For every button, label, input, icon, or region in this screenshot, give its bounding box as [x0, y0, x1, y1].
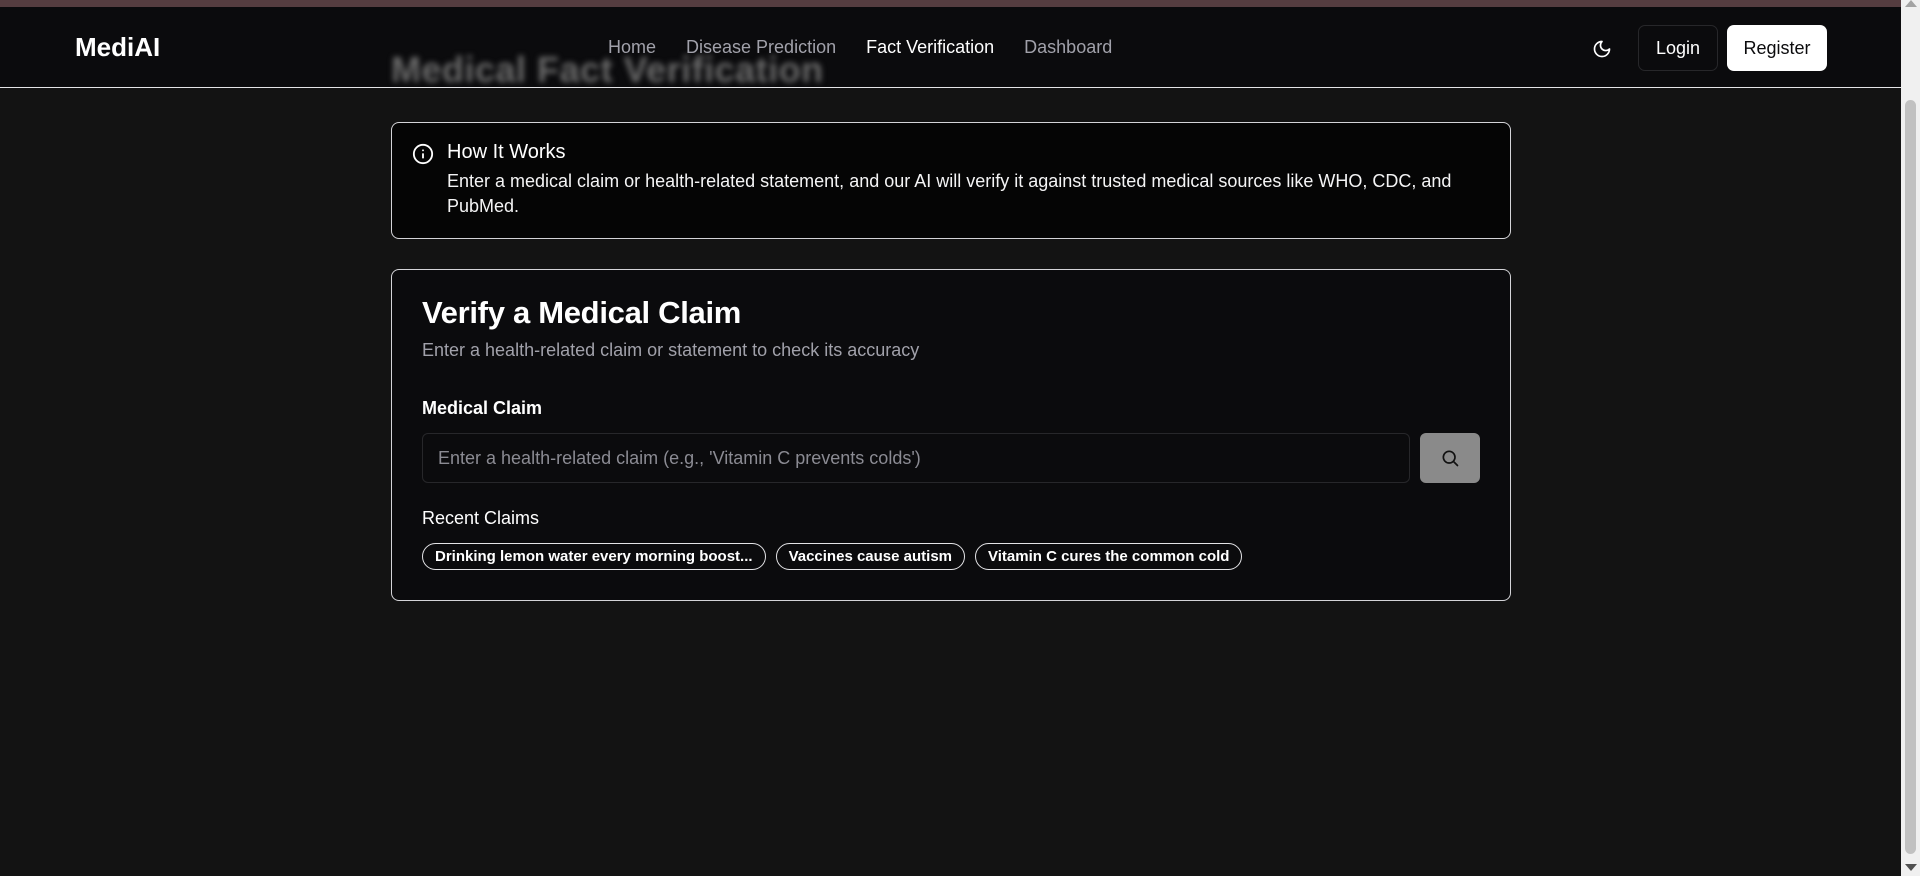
theme-toggle-button[interactable] — [1588, 35, 1616, 63]
recent-claims-list: Drinking lemon water every morning boost… — [422, 543, 1243, 570]
scroll-up-arrow-icon[interactable] — [1905, 0, 1917, 7]
verify-card-subtitle: Enter a health-related claim or statemen… — [422, 340, 920, 360]
verify-claim-card: Verify a Medical Claim Enter a health-re… — [391, 269, 1511, 601]
verify-card-title: Verify a Medical Claim — [422, 295, 742, 330]
how-it-works-title: How It Works — [447, 141, 566, 163]
scrollbar-thumb[interactable] — [1905, 100, 1916, 854]
search-icon — [1442, 450, 1459, 467]
nav-disease-prediction[interactable]: Disease Prediction — [686, 37, 836, 58]
navbar: Medical Fact Verification MediAI Home Di… — [0, 7, 1901, 90]
browser-top-strip — [0, 0, 1920, 7]
login-button[interactable]: Login — [1638, 25, 1718, 71]
how-it-works-text: Enter a medical claim or health-related … — [447, 171, 1452, 216]
recent-claim-chip[interactable]: Vaccines cause autism — [775, 543, 965, 570]
brand-logo[interactable]: MediAI — [75, 32, 160, 63]
recent-claims-label: Recent Claims — [422, 508, 540, 528]
recent-claim-chip[interactable]: Drinking lemon water every morning boost… — [422, 543, 766, 570]
main-nav: Home Disease Prediction Fact Verificatio… — [608, 37, 1112, 58]
moon-icon — [1593, 40, 1611, 58]
nav-home[interactable]: Home — [608, 37, 656, 58]
medical-claim-input[interactable] — [422, 433, 1410, 483]
nav-dashboard[interactable]: Dashboard — [1024, 37, 1112, 58]
register-button[interactable]: Register — [1727, 25, 1827, 71]
search-button[interactable] — [1420, 433, 1480, 483]
recent-claim-chip[interactable]: Vitamin C cures the common cold — [975, 543, 1243, 570]
page-scrollbar[interactable] — [1901, 0, 1920, 876]
how-it-works-card: How It Works Enter a medical claim or he… — [391, 122, 1511, 239]
nav-fact-verification[interactable]: Fact Verification — [866, 37, 994, 58]
medical-claim-label: Medical Claim — [422, 398, 543, 418]
scroll-down-arrow-icon[interactable] — [1905, 864, 1917, 871]
info-circle-icon — [412, 143, 434, 165]
